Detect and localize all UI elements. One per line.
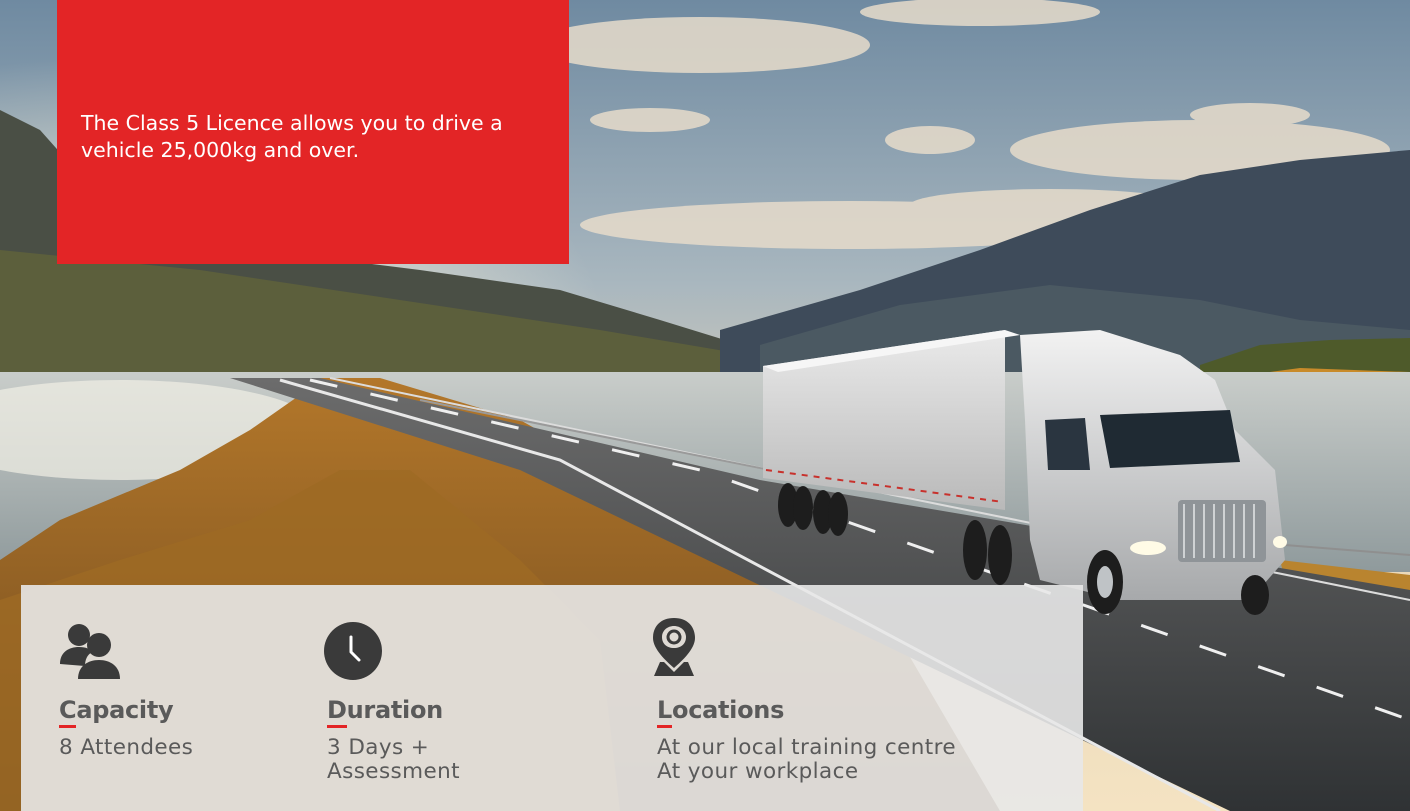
locations-value-line-1: At our local training centre: [657, 735, 957, 760]
capacity-heading: Capacity: [59, 695, 174, 728]
capacity-value-line: 8 Attendees: [59, 735, 194, 760]
duration-value-line-1: 3 Days +: [327, 735, 430, 760]
capacity-heading-initial: C: [59, 696, 77, 728]
promo-box: The Class 5 Licence allows you to drive …: [57, 0, 569, 264]
capacity-heading-rest: apacity: [76, 696, 174, 724]
licence-tagline: The Class 5 Licence allows you to drive …: [81, 111, 503, 162]
locations-value: At our local training centre At your wor…: [657, 736, 956, 784]
locations-heading: Locations: [657, 695, 785, 728]
duration-value-line-2: Assessment: [327, 759, 460, 784]
locations-heading-initial: L: [657, 696, 672, 728]
hero-section: The Class 5 Licence allows you to drive …: [0, 0, 1410, 811]
locations-value-line-2: At your workplace: [657, 759, 859, 784]
map-pin-icon: [653, 618, 695, 676]
people-icon: [60, 624, 120, 679]
duration-heading-rest: uration: [346, 696, 444, 724]
duration-value: 3 Days + Assessment: [327, 736, 460, 784]
locations-heading-rest: ocations: [672, 696, 785, 724]
clock-icon: [324, 622, 382, 680]
course-info-panel: Capacity 8 Attendees Duration 3 Days + A…: [21, 585, 1083, 811]
duration-heading: Duration: [327, 695, 444, 728]
capacity-value: 8 Attendees: [59, 736, 193, 760]
duration-heading-initial: D: [327, 696, 347, 728]
